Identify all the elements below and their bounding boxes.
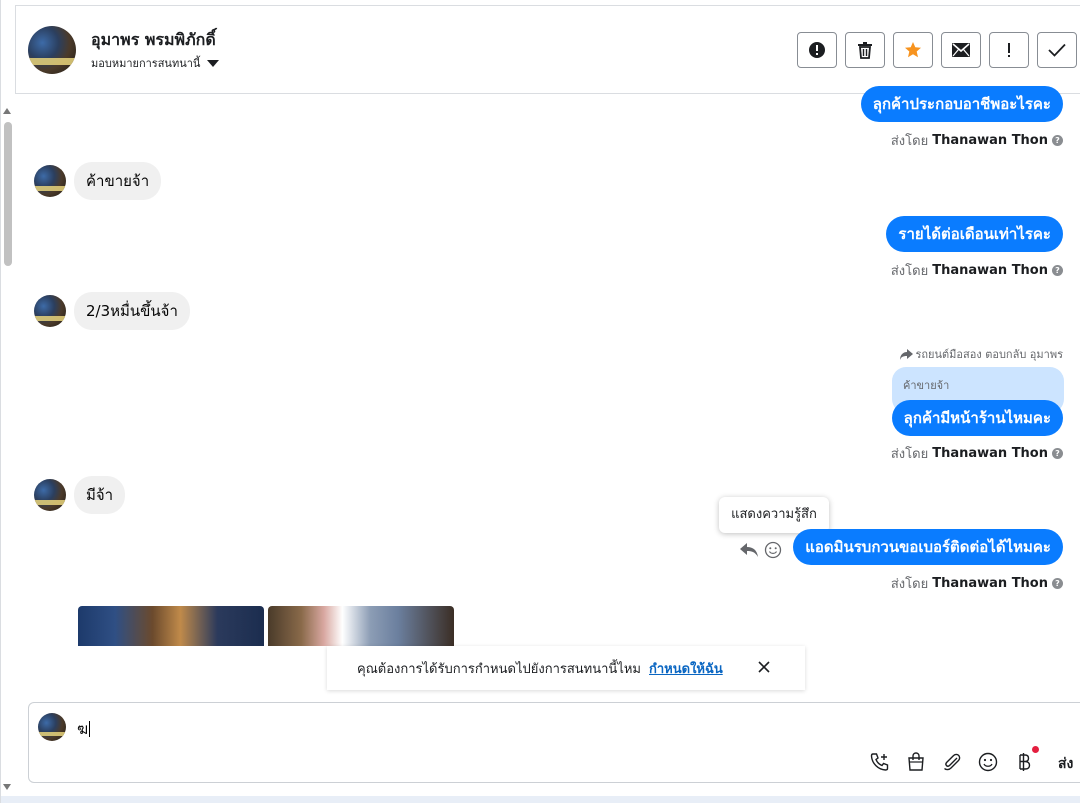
- delete-button[interactable]: [845, 32, 885, 68]
- emoji-reaction-icon[interactable]: [764, 541, 782, 559]
- message-input-value: ฆ: [77, 720, 89, 738]
- message-hover-tools: [740, 541, 782, 559]
- incoming-message-row: มีจ้า: [34, 476, 126, 514]
- text-cursor: [89, 721, 91, 737]
- conversation-header: อุมาพร พรมพิภักดิ์ มอบหมายการสนทนานี้: [15, 5, 1080, 94]
- scroll-up-arrow-icon[interactable]: [3, 108, 11, 114]
- incoming-message[interactable]: มีจ้า: [74, 476, 126, 514]
- incoming-image-attachments: [78, 606, 454, 646]
- contact-avatar[interactable]: [28, 26, 76, 74]
- sent-by-label: ส่งโดย Thanawan Thon ?: [891, 260, 1063, 281]
- outgoing-message[interactable]: ลุกค้ามีหน้าร้านไหมคะ: [891, 400, 1063, 436]
- send-button[interactable]: ส่ง: [1058, 753, 1073, 775]
- sent-by-label: ส่งโดย Thanawan Thon ?: [891, 443, 1063, 464]
- paperclip-icon: [944, 753, 961, 771]
- trash-icon: [858, 42, 872, 59]
- help-icon[interactable]: ?: [1052, 578, 1063, 589]
- contact-name[interactable]: อุมาพร พรมพิภักดิ์: [91, 28, 216, 53]
- checkmark-icon: [1048, 43, 1066, 57]
- header-actions: [797, 32, 1077, 68]
- outgoing-message[interactable]: ลุกค้าประกอบอาชีพอะไรคะ: [860, 86, 1063, 122]
- call-button[interactable]: [869, 751, 891, 773]
- baht-icon: [1019, 753, 1031, 771]
- sender-name[interactable]: Thanawan Thon: [932, 446, 1048, 461]
- help-icon[interactable]: ?: [1052, 448, 1063, 459]
- message-input[interactable]: ฆ: [77, 717, 91, 741]
- mark-unread-button[interactable]: [941, 32, 981, 68]
- incoming-message-row: 2/3หมื่นขึ้นจ้า: [34, 292, 190, 330]
- emoji-button[interactable]: [977, 751, 999, 773]
- sender-name[interactable]: Thanawan Thon: [932, 576, 1048, 591]
- contact-avatar-small[interactable]: [34, 295, 66, 327]
- assign-to-me-link[interactable]: กำหนดให้ฉัน: [649, 658, 723, 679]
- reply-context: รถยนต์มือสอง ตอบกลับ อุมาพร: [900, 345, 1063, 363]
- sent-by-prefix: ส่งโดย: [890, 577, 929, 592]
- help-icon[interactable]: ?: [1052, 135, 1063, 146]
- payment-button[interactable]: [1013, 746, 1039, 773]
- incoming-message-row: ค้าขายจ้า: [34, 162, 162, 200]
- suggestion-text: คุณต้องการได้รับการกำหนดไปยังการสนทนานี้…: [357, 661, 641, 677]
- sent-by-prefix: ส่งโดย: [890, 447, 929, 462]
- assign-dropdown[interactable]: มอบหมายการสนทนานี้: [91, 54, 220, 72]
- message-composer[interactable]: ฆ ส่ง: [28, 702, 1080, 783]
- alert-circle-icon: [809, 42, 825, 58]
- help-icon[interactable]: ?: [1052, 265, 1063, 276]
- shop-button[interactable]: [905, 751, 927, 773]
- reply-icon[interactable]: [740, 542, 758, 558]
- incoming-message[interactable]: 2/3หมื่นขึ้นจ้า: [74, 292, 190, 330]
- incoming-message[interactable]: ค้าขายจ้า: [74, 162, 162, 200]
- image-attachment[interactable]: [268, 606, 454, 646]
- inbox-conversation-window: อุมาพร พรมพิภักดิ์ มอบหมายการสนทนานี้ ลุ…: [0, 0, 1080, 803]
- close-icon[interactable]: [757, 660, 771, 674]
- assign-label: มอบหมายการสนทนานี้: [91, 57, 201, 70]
- composer-toolbar: [869, 746, 1039, 773]
- sent-by-prefix: ส่งโดย: [890, 264, 929, 279]
- contact-avatar-small[interactable]: [34, 479, 66, 511]
- caret-down-icon: [207, 59, 220, 67]
- notification-dot: [1032, 746, 1039, 753]
- contact-avatar-small[interactable]: [34, 165, 66, 197]
- star-icon: [905, 42, 921, 58]
- reaction-tooltip: แสดงความรู้สึก: [719, 497, 829, 533]
- envelope-icon: [952, 43, 970, 57]
- sender-name[interactable]: Thanawan Thon: [932, 263, 1048, 278]
- outgoing-message[interactable]: แอดมินรบกวนขอเบอร์ติดต่อได้ไหมคะ: [793, 529, 1063, 565]
- star-button[interactable]: [893, 32, 933, 68]
- scroll-down-arrow-icon[interactable]: [3, 784, 11, 790]
- message-scrollbar[interactable]: [1, 106, 15, 796]
- sent-by-label: ส่งโดย Thanawan Thon ?: [891, 130, 1063, 151]
- shopping-bag-icon: [908, 752, 924, 771]
- page-avatar: [38, 713, 66, 741]
- attach-button[interactable]: [941, 751, 963, 773]
- sent-by-label: ส่งโดย Thanawan Thon ?: [891, 573, 1063, 594]
- outgoing-message[interactable]: รายได้ต่อเดือนเท่าไรคะ: [886, 216, 1063, 252]
- reply-context-text: รถยนต์มือสอง ตอบกลับ อุมาพร: [915, 348, 1063, 361]
- sent-by-prefix: ส่งโดย: [890, 134, 929, 149]
- scrollbar-thumb[interactable]: [4, 122, 12, 266]
- spam-button[interactable]: [797, 32, 837, 68]
- exclamation-icon: [1008, 43, 1010, 57]
- phone-plus-icon: [870, 753, 889, 771]
- assign-suggestion-banner: คุณต้องการได้รับการกำหนดไปยังการสนทนานี้…: [327, 646, 805, 690]
- forward-arrow-icon: [900, 348, 914, 360]
- image-attachment[interactable]: [78, 606, 264, 646]
- done-button[interactable]: [1037, 32, 1077, 68]
- emoji-icon: [978, 752, 998, 772]
- sender-name[interactable]: Thanawan Thon: [932, 133, 1048, 148]
- bottom-strip: [1, 796, 1080, 803]
- flag-button[interactable]: [989, 32, 1029, 68]
